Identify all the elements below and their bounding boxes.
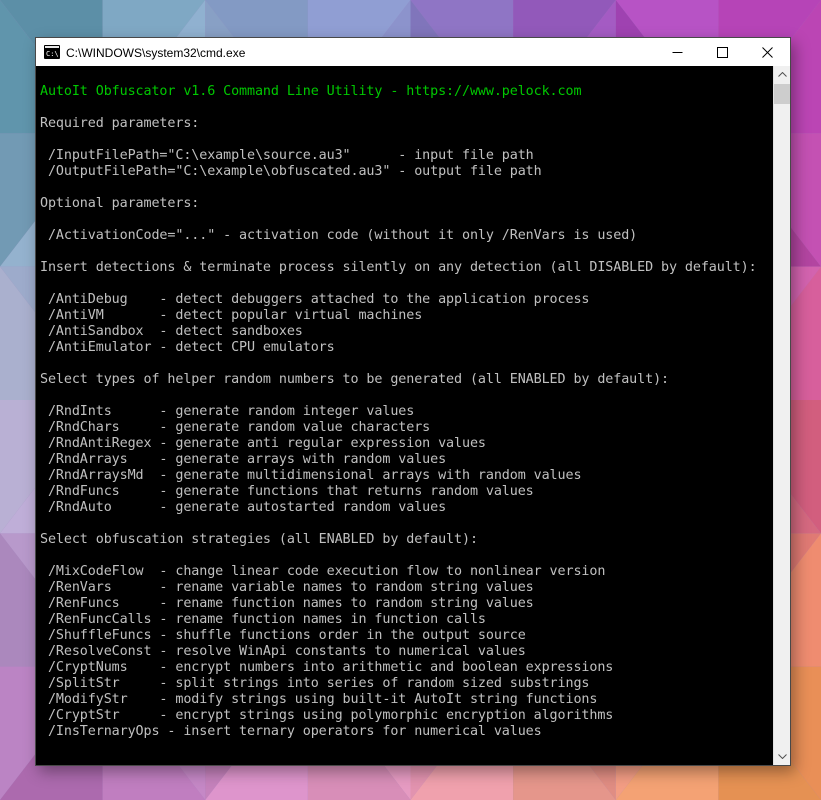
terminal-content[interactable]: AutoIt Obfuscator v1.6 Command Line Util… (36, 66, 790, 765)
maximize-icon (717, 46, 728, 58)
svg-text:C:\: C:\ (46, 50, 59, 58)
vertical-scrollbar[interactable] (773, 66, 790, 765)
window-controls (655, 38, 790, 66)
chevron-down-icon (777, 754, 787, 759)
minimize-button[interactable] (655, 38, 700, 66)
close-button[interactable] (745, 38, 790, 66)
scroll-up-button[interactable] (774, 66, 790, 83)
chevron-up-icon (777, 72, 787, 77)
terminal-output: AutoIt Obfuscator v1.6 Command Line Util… (36, 66, 790, 740)
terminal-header-line: AutoIt Obfuscator v1.6 Command Line Util… (40, 84, 582, 99)
titlebar[interactable]: C:\ C:\WINDOWS\system32\cmd.exe (36, 38, 790, 66)
terminal-body-text: Required parameters: /InputFilePath="C:\… (40, 116, 757, 739)
scroll-down-button[interactable] (774, 748, 790, 765)
close-icon (762, 46, 773, 58)
minimize-icon (672, 51, 683, 53)
maximize-button[interactable] (700, 38, 745, 66)
cmd-icon: C:\ (44, 45, 60, 59)
window-title: C:\WINDOWS\system32\cmd.exe (66, 45, 246, 60)
scrollbar-thumb[interactable] (774, 84, 790, 104)
cmd-window: C:\ C:\WINDOWS\system32\cmd.exe AutoIt O… (35, 37, 791, 766)
